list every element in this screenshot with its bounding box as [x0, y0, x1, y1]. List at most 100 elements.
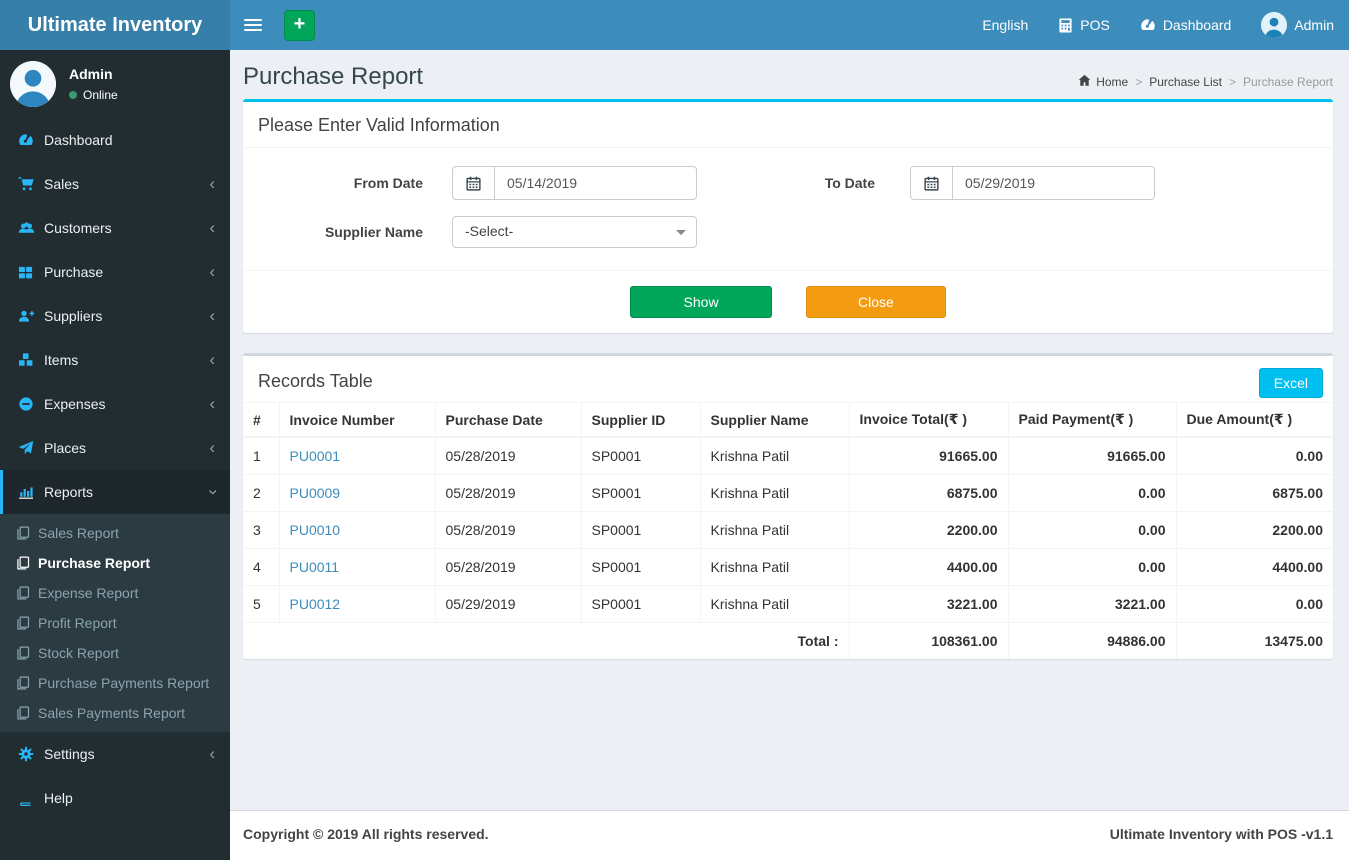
due-amount-cell: 0.00 [1175, 436, 1333, 474]
invoice-link[interactable]: PU0010 [290, 522, 341, 538]
filter-panel-title: Please Enter Valid Information [258, 115, 500, 135]
invoice-total-cell: 6875.00 [848, 473, 1008, 511]
copy-icon [16, 526, 30, 540]
col-header-index: # [243, 402, 279, 438]
sidebar-user-name: Admin [69, 66, 113, 82]
supplier-name-cell: Krishna Patil [699, 510, 849, 548]
copy-icon [16, 616, 30, 630]
purchase-date-cell: 05/28/2019 [434, 473, 581, 511]
quick-add-button[interactable]: + [284, 9, 315, 41]
sidebar-item-suppliers: Suppliers ‹ [0, 294, 230, 338]
due-amount-cell: 2200.00 [1175, 510, 1333, 548]
due-amount-cell: 6875.00 [1175, 473, 1333, 511]
row-index: 4 [243, 547, 279, 585]
sidebar-user-panel: Admin Online [0, 50, 230, 118]
dashboard-link[interactable]: Dashboard [1125, 0, 1247, 50]
purchase-date-cell: 05/29/2019 [434, 584, 581, 622]
breadcrumb-home[interactable]: Home [1078, 74, 1128, 90]
submenu-item-label: Sales Report [38, 525, 119, 541]
col-header-invoice-number: Invoice Number [278, 402, 435, 438]
cart-icon [18, 176, 44, 192]
sidebar-item-label: Expenses [44, 396, 106, 412]
paid-payment-cell: 0.00 [1007, 547, 1176, 585]
supplier-id-cell: SP0001 [580, 473, 700, 511]
book-icon [18, 791, 44, 806]
sidebar-item-purchase: Purchase ‹ [0, 250, 230, 294]
sidebar-item-label: Settings [44, 746, 95, 762]
plus-icon: + [293, 12, 306, 35]
brand-logo[interactable]: Ultimate Inventory [0, 0, 230, 50]
sidebar-item-label: Purchase [44, 264, 104, 280]
sidebar-user-status[interactable]: Online [69, 88, 118, 102]
total-label: Total : [243, 621, 849, 659]
minus-circle-icon [18, 396, 44, 412]
breadcrumb-purchase-list[interactable]: Purchase List [1149, 75, 1222, 89]
paid-payment-cell: 0.00 [1007, 510, 1176, 548]
breadcrumb-separator: > [1228, 75, 1236, 89]
sidebar-item-help: Help [0, 776, 230, 820]
submenu-item-sales-report: Sales Report [0, 518, 230, 548]
supplier-id-cell: SP0001 [580, 547, 700, 585]
submenu-item-profit-report: Profit Report [0, 608, 230, 638]
submenu-item-label: Sales Payments Report [38, 705, 186, 721]
sidebar-item-label: Sales [44, 176, 80, 192]
supplier-select[interactable]: -Select- [452, 216, 697, 248]
copy-icon [16, 646, 30, 660]
pos-link[interactable]: POS [1043, 0, 1125, 50]
breadcrumb-current: Purchase Report [1242, 75, 1333, 89]
chevron-left-icon: ‹ [209, 394, 215, 413]
purchase-date-cell: 05/28/2019 [434, 436, 581, 474]
from-date-input[interactable] [494, 166, 697, 200]
col-header-invoice-total: Invoice Total(₹ ) [848, 402, 1008, 438]
invoice-link[interactable]: PU0012 [290, 596, 341, 612]
sidebar-toggle-button[interactable] [230, 0, 276, 50]
user-menu[interactable]: Admin [1246, 0, 1349, 50]
online-dot-icon [69, 91, 77, 99]
col-header-purchase-date: Purchase Date [434, 402, 581, 438]
row-index: 2 [243, 473, 279, 511]
sidebar-item-places: Places ‹ [0, 426, 230, 470]
copy-icon [16, 676, 30, 690]
breadcrumb-middle-label: Purchase List [1149, 75, 1222, 89]
to-date-label: To Date [824, 175, 875, 191]
cubes-icon [18, 352, 44, 368]
row-index: 5 [243, 584, 279, 622]
sidebar-item-label: Reports [44, 484, 94, 500]
table-row: 4 PU0011 05/28/2019 SP0001 Krishna Patil… [243, 547, 1333, 585]
show-button[interactable]: Show [630, 286, 773, 318]
paid-payment-cell: 91665.00 [1007, 436, 1176, 474]
to-date-input[interactable] [952, 166, 1155, 200]
invoice-total-cell: 3221.00 [848, 584, 1008, 622]
table-row: 1 PU0001 05/28/2019 SP0001 Krishna Patil… [243, 436, 1333, 474]
breadcrumb: Home > Purchase List > Purchase Report [1078, 74, 1333, 90]
total-invoice-total: 108361.00 [848, 621, 1008, 659]
sidebar-user-avatar [10, 61, 56, 107]
close-button[interactable]: Close [805, 286, 946, 318]
grid-icon [18, 265, 44, 280]
total-paid-payment: 94886.00 [1007, 621, 1176, 659]
copy-icon [16, 556, 30, 570]
purchase-date-cell: 05/28/2019 [434, 547, 581, 585]
from-date-label: From Date [353, 175, 423, 191]
language-menu[interactable]: English [967, 0, 1043, 50]
caret-down-icon [676, 230, 686, 240]
breadcrumb-separator: > [1135, 75, 1143, 89]
paper-plane-icon [18, 440, 44, 456]
excel-export-button[interactable]: Excel [1258, 368, 1323, 398]
invoice-link[interactable]: PU0009 [290, 485, 341, 501]
chevron-left-icon: ‹ [209, 438, 215, 457]
submenu-item-label: Purchase Payments Report [38, 675, 210, 691]
supplier-name-cell: Krishna Patil [699, 547, 849, 585]
dashboard-icon [18, 132, 44, 148]
sidebar-item-reports: Reports ‹ [0, 470, 230, 514]
col-header-paid-payment: Paid Payment(₹ ) [1007, 402, 1176, 438]
table-header-row: # Invoice Number Purchase Date Supplier … [243, 402, 1333, 438]
supplier-select-value: -Select- [465, 223, 514, 239]
copyright-text: Copyright © 2019 All rights reserved. [243, 826, 489, 842]
invoice-link[interactable]: PU0001 [290, 448, 341, 464]
invoice-link[interactable]: PU0011 [290, 559, 340, 575]
supplier-id-cell: SP0001 [580, 584, 700, 622]
submenu-item-expense-report: Expense Report [0, 578, 230, 608]
due-amount-cell: 0.00 [1175, 584, 1333, 622]
version-text: Ultimate Inventory with POS -v1.1 [1109, 826, 1333, 842]
